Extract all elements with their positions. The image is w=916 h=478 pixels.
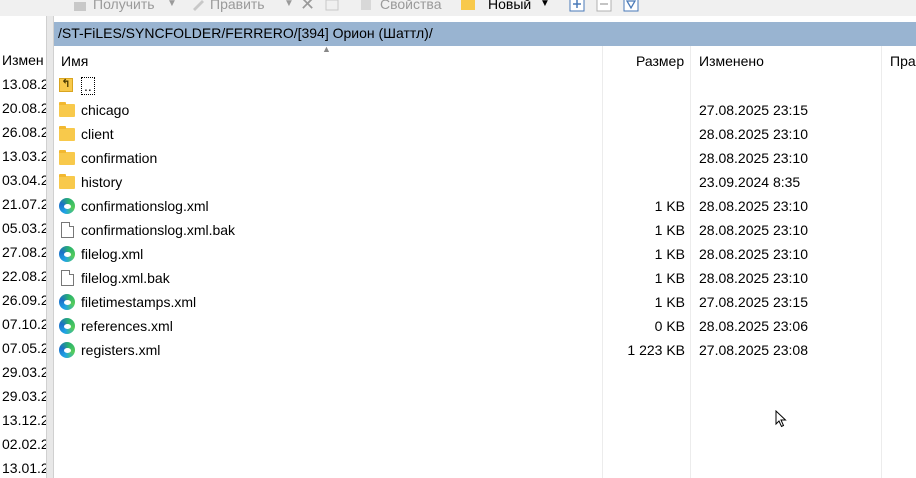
file-modified-date: 28.08.2025 23:10 (699, 198, 808, 214)
name-column-header[interactable]: Имя (61, 46, 88, 76)
new-dropdown-icon[interactable]: ▼ (540, 0, 550, 16)
file-size: 1 KB (654, 246, 685, 262)
path-bar[interactable]: /ST-FiLES/SYNCFOLDER/FERRERO/[394] Орион… (54, 22, 916, 46)
expand-icon[interactable] (569, 0, 585, 12)
file-row[interactable]: history 23.09.2024 8:35 (54, 170, 916, 194)
file-size: 1 223 KB (627, 342, 685, 358)
folder-icon (59, 174, 75, 190)
left-list-item-date[interactable]: 13.01.2 (2, 457, 46, 478)
folder-icon (59, 126, 75, 142)
file-modified-date: 27.08.2025 23:08 (699, 342, 808, 358)
file-modified-date: 28.08.2025 23:10 (699, 270, 808, 286)
properties-button[interactable]: Свойства (380, 0, 441, 16)
edit-icon[interactable] (190, 0, 206, 12)
file-name: filelog.xml (81, 246, 144, 262)
right-file-panel: /ST-FiLES/SYNCFOLDER/FERRERO/[394] Орион… (54, 16, 916, 478)
file-size: 1 KB (654, 198, 685, 214)
sort-ascending-icon: ▲ (322, 44, 331, 54)
file-row[interactable]: chicago 27.08.2025 23:15 (54, 98, 916, 122)
left-list-item-date[interactable]: 13.12.2 (2, 409, 46, 431)
new-icon[interactable] (460, 0, 476, 12)
file-name: confirmation (81, 150, 158, 166)
file-icon (59, 270, 75, 286)
properties-icon[interactable] (358, 0, 374, 12)
left-file-panel: Измен 13.08.2 20.08.2 26.08.2 13.03.2 03.04.… (0, 46, 46, 478)
file-modified-date: 28.08.2025 23:10 (699, 150, 808, 166)
size-column-header[interactable]: Размер (636, 46, 684, 76)
file-name: confirmationslog.xml (81, 198, 209, 214)
file-name: filelog.xml.bak (81, 270, 170, 286)
new-button[interactable]: Новый (488, 0, 531, 16)
file-name: registers.xml (81, 342, 161, 358)
modified-column-header[interactable]: Изменено (699, 46, 764, 76)
up-folder-icon: ↰ (59, 78, 75, 94)
left-list-item-date[interactable]: 29.03.2 (2, 361, 46, 383)
file-name: chicago (81, 102, 130, 118)
left-list-item-date[interactable]: 03.04.2 (2, 169, 46, 191)
left-list-item-date[interactable]: 07.10.2 (2, 313, 46, 335)
file-name: client (81, 126, 114, 142)
left-list-item-date[interactable]: 13.03.2 (2, 145, 46, 167)
edge-icon (59, 294, 75, 310)
left-list-item-date[interactable]: 26.09.2 (2, 289, 46, 311)
file-name: filetimestamps.xml (81, 294, 197, 310)
file-name: confirmationslog.xml.bak (81, 222, 236, 238)
file-size: 0 KB (654, 318, 685, 334)
left-list-item-date[interactable]: 21.07.2 (2, 193, 46, 215)
file-row[interactable]: filelog.xml 1 KB 28.08.2025 23:10 (54, 242, 916, 266)
file-icon (59, 222, 75, 238)
file-row[interactable]: references.xml 0 KB 28.08.2025 23:06 (54, 314, 916, 338)
file-size: 1 KB (654, 270, 685, 286)
file-row[interactable]: ↰.. (54, 74, 916, 98)
left-list-item-date[interactable]: 27.08.2 (2, 241, 46, 263)
edge-icon (59, 342, 75, 358)
collapse-icon[interactable] (596, 0, 612, 12)
toolbar: Получить ▼ Править ▼ ✕ Свойства Новый ▼ (0, 0, 916, 16)
left-list-item-date[interactable]: 07.05.2 (2, 337, 46, 359)
file-modified-date: 28.08.2025 23:06 (699, 318, 808, 334)
edge-icon (59, 198, 75, 214)
file-size: 1 KB (654, 222, 685, 238)
file-modified-date: 27.08.2025 23:15 (699, 102, 808, 118)
file-name: .. (81, 77, 95, 95)
file-row[interactable]: filelog.xml.bak 1 KB 28.08.2025 23:10 (54, 266, 916, 290)
left-list-item-date[interactable]: 13.08.2 (2, 73, 46, 95)
edit-button[interactable]: Править (210, 0, 265, 16)
edge-icon (59, 246, 75, 262)
file-row[interactable]: filetimestamps.xml 1 KB 27.08.2025 23:15 (54, 290, 916, 314)
file-row[interactable]: client 28.08.2025 23:10 (54, 122, 916, 146)
file-modified-date: 28.08.2025 23:10 (699, 222, 808, 238)
left-list-item-date[interactable]: 20.08.2 (2, 97, 46, 119)
file-name: references.xml (81, 318, 173, 334)
left-list-item-date[interactable]: 22.08.2 (2, 265, 46, 287)
edit-dropdown-icon[interactable]: ▼ (284, 0, 294, 16)
file-modified-date: 28.08.2025 23:10 (699, 126, 808, 142)
delete-icon[interactable]: ✕ (300, 0, 315, 16)
file-modified-date: 27.08.2025 23:15 (699, 294, 808, 310)
file-modified-date: 28.08.2025 23:10 (699, 246, 808, 262)
mouse-cursor-icon (775, 410, 787, 428)
folder-icon (59, 102, 75, 118)
file-modified-date: 23.09.2024 8:35 (699, 174, 801, 190)
file-row[interactable]: confirmation 28.08.2025 23:10 (54, 146, 916, 170)
file-row[interactable]: registers.xml 1 223 KB 27.08.2025 23:08 (54, 338, 916, 362)
download-icon[interactable] (72, 0, 88, 12)
left-list-item-date[interactable]: 26.08.2 (2, 121, 46, 143)
left-list-item-date[interactable]: 05.03.2 (2, 217, 46, 239)
file-row[interactable]: confirmationslog.xml.bak 1 KB 28.08.2025 2… (54, 218, 916, 242)
left-list-item-date[interactable]: 02.02.2 (2, 433, 46, 455)
get-dropdown-icon[interactable]: ▼ (167, 0, 177, 16)
file-name: history (81, 174, 123, 190)
left-modified-column-header[interactable]: Измен (0, 46, 46, 74)
file-row[interactable]: confirmationslog.xml 1 KB 28.08.2025 23:10 (54, 194, 916, 218)
get-button[interactable]: Получить (93, 0, 155, 16)
folder-icon (59, 150, 75, 166)
left-list-item-date[interactable]: 29.03.2 (2, 385, 46, 407)
rename-icon[interactable] (324, 0, 340, 12)
filter-icon[interactable] (623, 0, 639, 12)
edge-icon (59, 318, 75, 334)
rights-column-header[interactable]: Пра (890, 46, 916, 76)
pane-splitter[interactable] (46, 16, 54, 478)
file-size: 1 KB (654, 294, 685, 310)
